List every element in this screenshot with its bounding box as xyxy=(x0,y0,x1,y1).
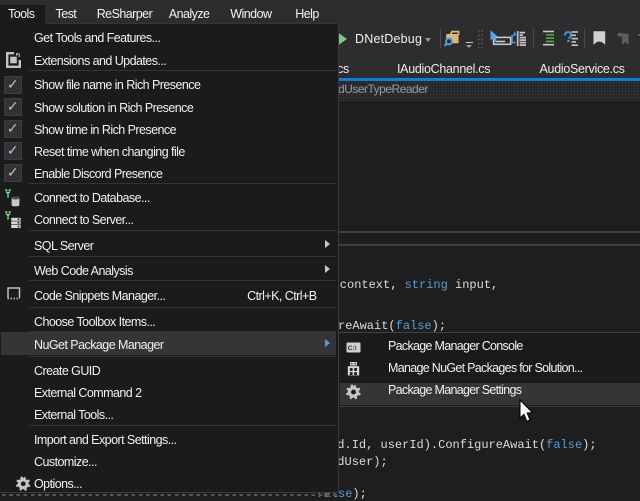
svg-text:C:\: C:\ xyxy=(347,344,356,351)
